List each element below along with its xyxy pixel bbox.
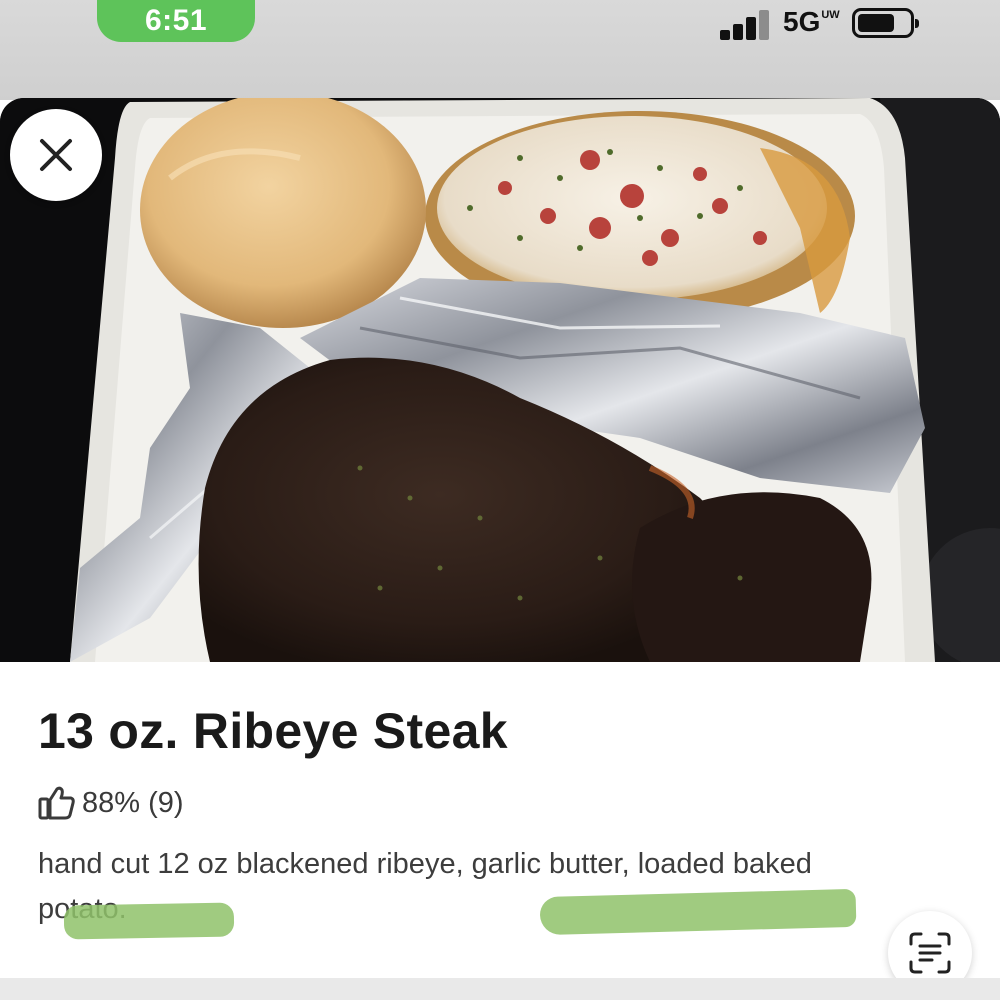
close-icon — [40, 139, 72, 171]
item-rating: 88% (9) — [38, 786, 184, 820]
food-photo-illustration — [0, 98, 1000, 662]
scan-text-icon — [909, 932, 951, 974]
status-time[interactable]: 6:51 — [97, 0, 255, 42]
item-title: 13 oz. Ribeye Steak — [38, 703, 508, 759]
network-type: 5G — [783, 6, 821, 37]
battery-level — [858, 14, 894, 32]
screen: 6:51 5G UW 13 oz. Ribeye Steak 88% (9) h… — [0, 0, 1000, 1000]
close-button[interactable] — [10, 109, 102, 201]
thumbs-up-icon — [38, 786, 75, 820]
bottom-sheet-edge — [0, 978, 1000, 1000]
marker-highlight — [63, 902, 235, 940]
network-indicator: 5G UW — [783, 6, 840, 38]
battery-icon — [852, 8, 919, 38]
status-bar: 6:51 5G UW — [0, 0, 1000, 100]
item-photo — [0, 98, 1000, 662]
item-details: 13 oz. Ribeye Steak 88% (9) hand cut 12 … — [0, 662, 1000, 1000]
network-badge: UW — [821, 9, 840, 21]
rating-text: 88% (9) — [82, 786, 184, 819]
cellular-signal-icon — [720, 8, 772, 40]
